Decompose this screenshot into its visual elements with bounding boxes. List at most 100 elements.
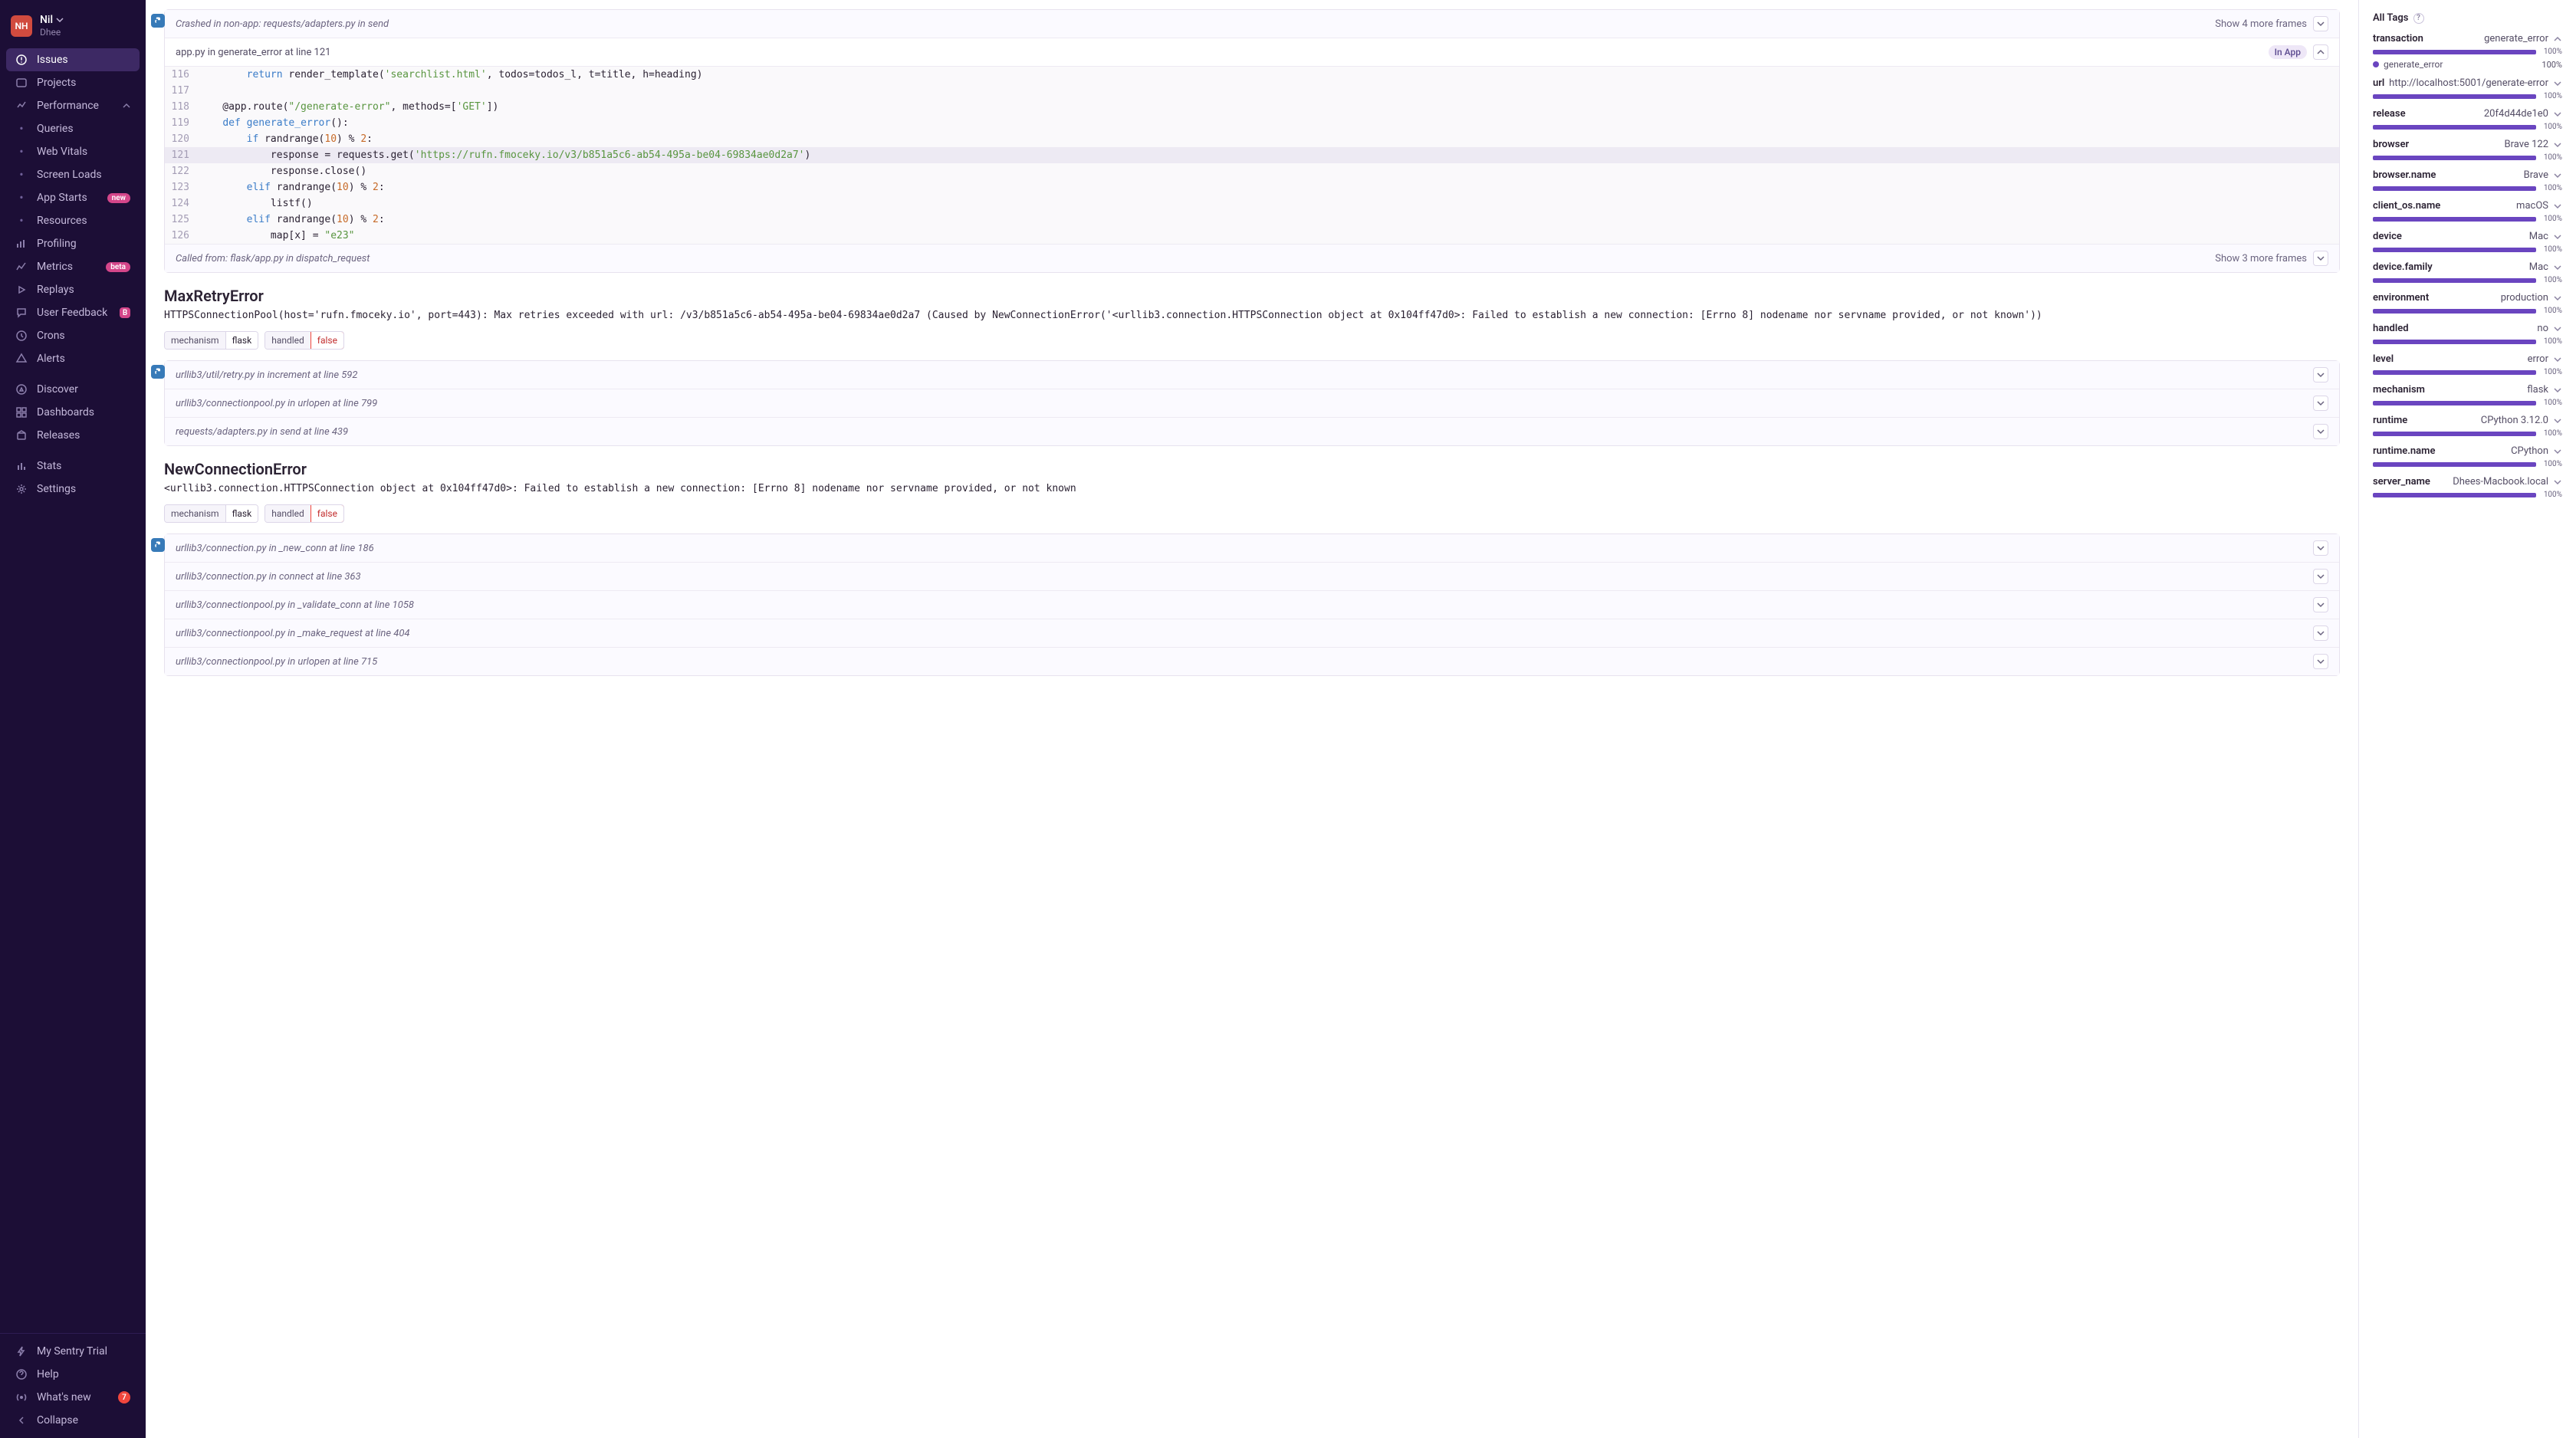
sidebar-item-help[interactable]: Help — [6, 1363, 140, 1386]
code-line: 122 response.close() — [165, 163, 2339, 179]
frame-row[interactable]: urllib3/connection.py in _new_conn at li… — [165, 534, 2339, 563]
frame-row[interactable]: requests/adapters.py in send at line 439 — [165, 418, 2339, 445]
sidebar-item-projects[interactable]: Projects — [6, 71, 140, 94]
sidebar-item-queries[interactable]: •Queries — [6, 117, 140, 140]
sidebar-item-issues[interactable]: Issues — [6, 48, 140, 71]
sidebar-item-discover[interactable]: Discover — [6, 378, 140, 401]
sidebar-item-whatsnew[interactable]: What's new 7 — [6, 1386, 140, 1409]
frame-row[interactable]: urllib3/connectionpool.py in urlopen at … — [165, 389, 2339, 418]
code-line: 121 response = requests.get('https://ruf… — [165, 147, 2339, 163]
sidebar-item-label: Releases — [37, 429, 80, 442]
org-switcher[interactable]: NH Nil Dhee — [0, 2, 146, 45]
sidebar-item-resources[interactable]: • Resources — [6, 209, 140, 232]
tag-row[interactable]: handled no 100% — [2373, 323, 2562, 346]
python-icon — [151, 538, 165, 552]
sidebar-item-metrics[interactable]: Metricsbeta — [6, 255, 140, 278]
sidebar-item-alerts[interactable]: Alerts — [6, 347, 140, 370]
sidebar-item-label: Dashboards — [37, 406, 94, 419]
expand-button[interactable] — [2313, 16, 2328, 31]
sidebar-item-appstarts[interactable]: •App Startsnew — [6, 186, 140, 209]
sidebar-item-webvitals[interactable]: •Web Vitals — [6, 140, 140, 163]
exception-title: NewConnectionError — [164, 460, 2340, 478]
sidebar-item-screenloads[interactable]: •Screen Loads — [6, 163, 140, 186]
expand-button[interactable] — [2313, 597, 2328, 612]
count-badge: 7 — [118, 1391, 130, 1404]
main-content: Crashed in non-app: requests/adapters.py… — [146, 0, 2358, 1438]
frame-file-location: app.py in generate_error at line 121 — [176, 47, 330, 58]
tag-pill[interactable]: mechanismflask — [164, 504, 258, 523]
tag-row[interactable]: browser.name Brave 100% — [2373, 169, 2562, 192]
tag-row[interactable]: runtime CPython 3.12.0 100% — [2373, 415, 2562, 438]
frame-row[interactable]: urllib3/connection.py in connect at line… — [165, 563, 2339, 591]
help-icon[interactable]: ? — [2413, 13, 2424, 24]
sidebar-item-label: User Feedback — [37, 307, 107, 319]
sidebar-item-replays[interactable]: Replays — [6, 278, 140, 301]
expand-button[interactable] — [2313, 251, 2328, 266]
tag-row[interactable]: device.family Mac 100% — [2373, 261, 2562, 284]
sidebar-item-crons[interactable]: Crons — [6, 324, 140, 347]
sidebar-item-label: What's new — [37, 1391, 91, 1404]
expand-button[interactable] — [2313, 540, 2328, 556]
tag-pill[interactable]: handledfalse — [264, 331, 344, 350]
tag-row[interactable]: browser Brave 122 100% — [2373, 139, 2562, 162]
crons-icon — [15, 330, 28, 342]
expand-button[interactable] — [2313, 625, 2328, 641]
sidebar-item-releases[interactable]: Releases — [6, 424, 140, 447]
tag-subvalue[interactable]: generate_error100% — [2373, 59, 2562, 70]
tag-pill[interactable]: mechanismflask — [164, 331, 258, 350]
bullet-icon: • — [15, 169, 28, 181]
projects-icon — [15, 77, 28, 89]
sidebar-item-label: Replays — [37, 284, 74, 296]
tag-row[interactable]: level error 100% — [2373, 353, 2562, 376]
code-line: 117 — [165, 83, 2339, 99]
collapse-button[interactable] — [2313, 44, 2328, 60]
metrics-icon — [15, 261, 28, 273]
exception-message: HTTPSConnectionPool(host='rufn.fmoceky.i… — [164, 308, 2340, 323]
expand-button[interactable] — [2313, 424, 2328, 439]
expand-button[interactable] — [2313, 367, 2328, 382]
sidebar-item-label: Resources — [37, 215, 87, 227]
frame-row[interactable]: urllib3/util/retry.py in increment at li… — [165, 361, 2339, 389]
performance-icon — [15, 100, 28, 112]
sidebar-item-settings[interactable]: Settings — [6, 478, 140, 501]
bullet-icon: • — [15, 215, 28, 227]
show-more-frames[interactable]: Show 4 more frames — [2215, 18, 2307, 30]
sidebar-item-label: App Starts — [37, 192, 87, 204]
tag-row[interactable]: environment production 100% — [2373, 292, 2562, 315]
tag-row[interactable]: transaction generate_error 100% generate… — [2373, 33, 2562, 70]
sidebar-item-dashboards[interactable]: Dashboards — [6, 401, 140, 424]
replays-icon — [15, 284, 28, 296]
code-block: 116 return render_template('searchlist.h… — [165, 67, 2339, 244]
sidebar-item-label: Issues — [37, 54, 68, 66]
broadcast-icon — [15, 1391, 28, 1404]
frame-row[interactable]: urllib3/connectionpool.py in urlopen at … — [165, 648, 2339, 675]
expand-button[interactable] — [2313, 396, 2328, 411]
frame-row[interactable]: urllib3/connectionpool.py in _make_reque… — [165, 619, 2339, 648]
exception-tags: mechanismflask handledfalse — [164, 504, 2340, 523]
tag-pill[interactable]: handledfalse — [264, 504, 344, 523]
tag-row[interactable]: client_os.name macOS 100% — [2373, 200, 2562, 223]
sidebar-item-trial[interactable]: My Sentry Trial — [6, 1340, 140, 1363]
tag-row[interactable]: release 20f4d44de1e0 100% — [2373, 108, 2562, 131]
sidebar-item-performance[interactable]: Performance — [6, 94, 140, 117]
sidebar-item-collapse[interactable]: Collapse — [6, 1409, 140, 1432]
sidebar: NH Nil Dhee Issues Projects Performance — [0, 0, 146, 1438]
tag-row[interactable]: server_name Dhees-Macbook.local 100% — [2373, 476, 2562, 499]
expand-button[interactable] — [2313, 569, 2328, 584]
gear-icon — [15, 483, 28, 495]
code-line: 124 listf() — [165, 195, 2339, 212]
tag-row[interactable]: device Mac 100% — [2373, 231, 2562, 254]
sidebar-item-label: Help — [37, 1368, 59, 1381]
sidebar-item-label: My Sentry Trial — [37, 1345, 107, 1358]
sidebar-item-label: Web Vitals — [37, 146, 87, 158]
tag-row[interactable]: mechanism flask 100% — [2373, 384, 2562, 407]
frame-row[interactable]: urllib3/connectionpool.py in _validate_c… — [165, 591, 2339, 619]
tag-row[interactable]: runtime.name CPython 100% — [2373, 445, 2562, 468]
sidebar-item-profiling[interactable]: Profiling — [6, 232, 140, 255]
sidebar-item-label: Performance — [37, 100, 99, 112]
expand-button[interactable] — [2313, 654, 2328, 669]
sidebar-item-stats[interactable]: Stats — [6, 455, 140, 478]
show-more-frames[interactable]: Show 3 more frames — [2215, 253, 2307, 264]
sidebar-item-userfeedback[interactable]: User FeedbackB — [6, 301, 140, 324]
tag-row[interactable]: url http://localhost:5001/generate-error… — [2373, 77, 2562, 100]
